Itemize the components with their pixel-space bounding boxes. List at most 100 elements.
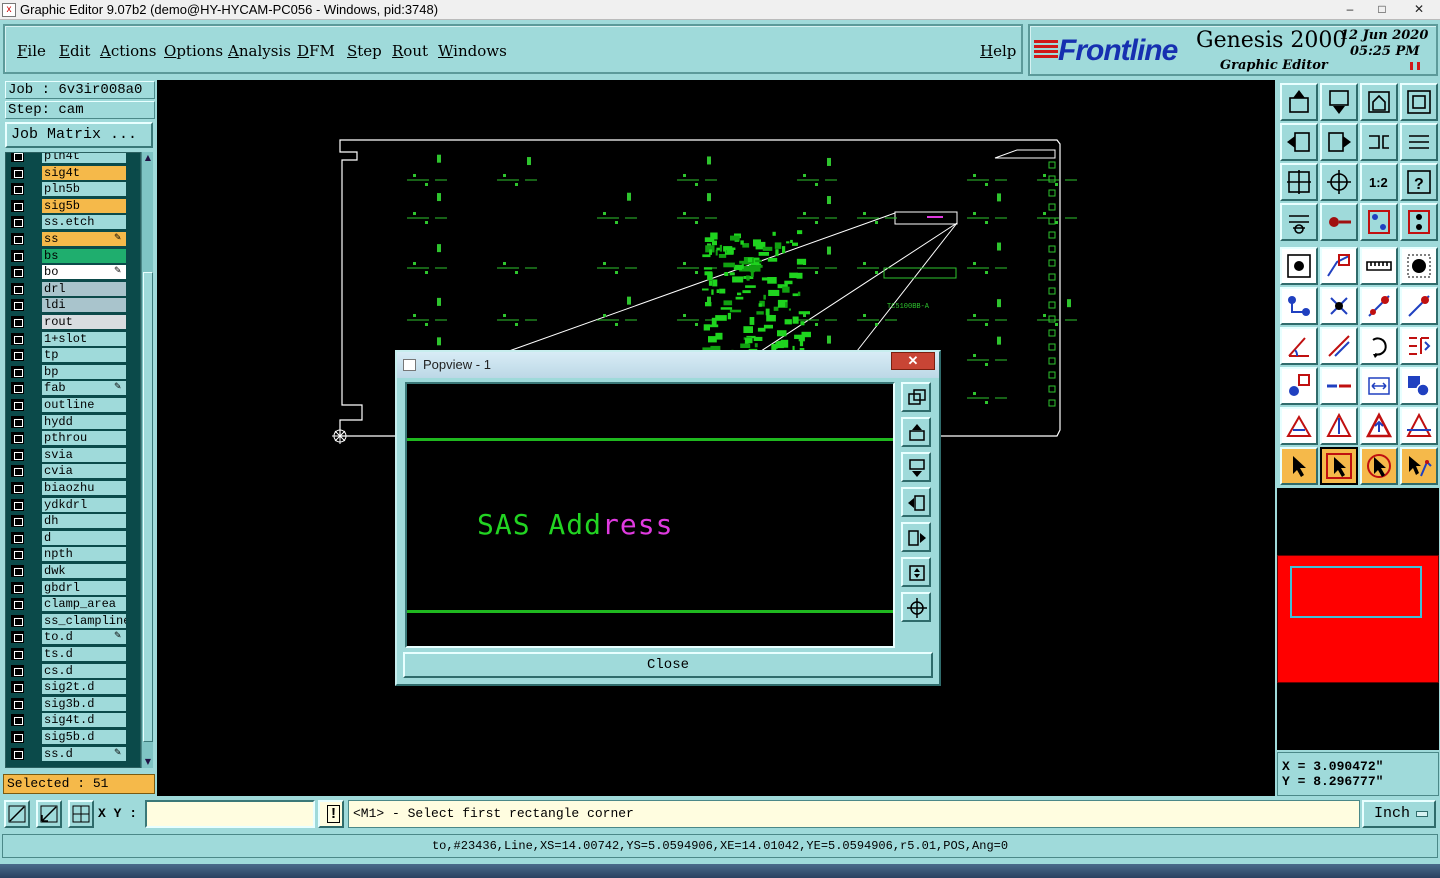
layer-name[interactable]: cs.d	[42, 663, 126, 678]
layer-name[interactable]: biaozhu	[42, 481, 126, 495]
layer-row-drl[interactable]: drl	[6, 281, 140, 296]
layer-row-sig4t[interactable]: sig4t	[6, 165, 140, 180]
scroll-down-arrow-icon[interactable]: ▼	[143, 757, 153, 767]
tool-left-button[interactable]	[1280, 123, 1318, 161]
tool-cursor3-button[interactable]	[1400, 447, 1438, 485]
tool-layers-button[interactable]	[1280, 203, 1318, 241]
layer-checkbox[interactable]	[11, 382, 24, 395]
layer-name[interactable]: cvia	[42, 464, 126, 479]
layer-checkbox[interactable]	[11, 548, 24, 561]
layer-row-npth[interactable]: npth	[6, 547, 140, 562]
layer-row-bp[interactable]: bp	[6, 364, 140, 379]
layer-row-sig2t-d[interactable]: sig2t.d	[6, 680, 140, 695]
layer-row-rout[interactable]: rout	[6, 315, 140, 329]
layer-checkbox[interactable]	[11, 432, 24, 445]
popview-pan-down-button[interactable]	[901, 452, 931, 482]
tool-tri-button[interactable]	[1280, 407, 1318, 445]
tool-slash-button[interactable]	[1320, 327, 1358, 365]
tool-down-button[interactable]	[1320, 83, 1358, 121]
tool-fit-button[interactable]	[1280, 163, 1318, 201]
layer-name[interactable]: gbdrl	[42, 580, 126, 595]
layer-row-to-d[interactable]: to.d ✎	[6, 630, 140, 645]
layer-name[interactable]: dh	[42, 514, 126, 529]
tool-netA-button[interactable]	[1360, 203, 1398, 241]
layer-row-bs[interactable]: bs	[6, 248, 140, 263]
popview-pan-left-button[interactable]	[901, 487, 931, 517]
tool-center-button[interactable]	[1320, 163, 1358, 201]
popview-pan-up-button[interactable]	[901, 417, 931, 447]
popview-screen[interactable]: SAS Address	[405, 382, 895, 648]
popview-zoom-fit-button[interactable]	[901, 592, 931, 622]
layer-row-cvia[interactable]: cvia	[6, 464, 140, 479]
tool-home-button[interactable]	[1360, 83, 1398, 121]
layer-name[interactable]: bs	[42, 248, 126, 263]
layer-row-fab[interactable]: fab ✎	[6, 381, 140, 396]
layer-name[interactable]: pln5b	[42, 182, 126, 197]
layer-checkbox[interactable]	[11, 349, 24, 362]
menu-options[interactable]: Options	[164, 42, 223, 60]
layer-checkbox[interactable]	[11, 498, 24, 511]
layer-row-1-slot[interactable]: 1+slot	[6, 331, 140, 346]
pause-icon[interactable]	[1410, 62, 1420, 70]
tool-split-button[interactable]	[1400, 327, 1438, 365]
layer-name[interactable]: drl	[42, 281, 126, 296]
job-matrix-button[interactable]: Job Matrix ...	[5, 122, 153, 148]
warning-button[interactable]: !	[318, 800, 344, 828]
popview-zoom-home-button[interactable]	[901, 557, 931, 587]
layer-name[interactable]: hydd	[42, 414, 126, 429]
layer-checkbox[interactable]	[11, 714, 24, 727]
layer-row-dh[interactable]: dh	[6, 514, 140, 529]
overview-panel[interactable]	[1277, 488, 1439, 750]
menu-dfm[interactable]: DFM	[297, 42, 335, 60]
tool-rotate-button[interactable]	[1360, 327, 1398, 365]
menu-windows[interactable]: Windows	[438, 42, 507, 60]
tool-dim-button[interactable]	[1360, 367, 1398, 405]
layer-row-pln4t[interactable]: pln4t	[6, 153, 140, 163]
layer-checkbox[interactable]	[11, 316, 24, 328]
tool-right-button[interactable]	[1320, 123, 1358, 161]
tool-cursorsel-button[interactable]	[1320, 447, 1358, 485]
overview-view-frame[interactable]	[1290, 566, 1422, 618]
layer-row-ss-d[interactable]: ss.d ✎	[6, 746, 140, 761]
layer-checkbox[interactable]	[11, 681, 24, 694]
layer-row-biaozhu[interactable]: biaozhu	[6, 481, 140, 495]
tool-cursor-button[interactable]	[1280, 447, 1318, 485]
tool-tri2-button[interactable]	[1320, 407, 1358, 445]
layer-name[interactable]: sig5b	[42, 198, 126, 213]
layer-row-svia[interactable]: svia	[6, 447, 140, 462]
tool-flip-button[interactable]	[1360, 123, 1398, 161]
tool-dot-button[interactable]	[1280, 247, 1318, 285]
layer-checkbox[interactable]	[11, 249, 24, 262]
layer-name[interactable]: ts.d	[42, 647, 126, 661]
tool-mix-button[interactable]	[1280, 367, 1318, 405]
layer-row-ldi[interactable]: ldi	[6, 298, 140, 313]
menu-rout[interactable]: Rout	[392, 42, 428, 60]
layer-checkbox[interactable]	[11, 731, 24, 743]
layer-row-sig5b-d[interactable]: sig5b.d	[6, 730, 140, 744]
layer-checkbox[interactable]	[11, 153, 24, 162]
layer-name[interactable]: ldi	[42, 298, 126, 313]
layer-name[interactable]: sig2t.d	[42, 680, 126, 695]
layer-name[interactable]: ss.etch	[42, 215, 126, 230]
layer-checkbox[interactable]	[11, 465, 24, 478]
grid-mode-button[interactable]	[68, 800, 94, 828]
layer-checkbox[interactable]	[11, 747, 24, 760]
layer-row-d[interactable]: d	[6, 530, 140, 545]
layer-checkbox[interactable]	[11, 648, 24, 660]
layer-checkbox[interactable]	[11, 614, 24, 627]
scroll-up-arrow-icon[interactable]: ▲	[143, 153, 153, 163]
layer-checkbox[interactable]	[11, 282, 24, 295]
tool-swap-button[interactable]	[1400, 123, 1438, 161]
tool-redline-button[interactable]	[1360, 287, 1398, 325]
layer-checkbox[interactable]	[11, 299, 24, 312]
layer-checkbox[interactable]	[11, 581, 24, 594]
layer-checkbox[interactable]	[11, 365, 24, 378]
layer-checkbox[interactable]	[11, 399, 24, 411]
layer-row-pthrou[interactable]: pthrou	[6, 431, 140, 446]
layer-name[interactable]: sig3b.d	[42, 696, 126, 711]
layer-name[interactable]: clamp_area	[42, 597, 126, 612]
layer-row-dwk[interactable]: dwk	[6, 564, 140, 578]
layer-name[interactable]: tp	[42, 348, 126, 363]
layer-row-ss[interactable]: ss ✎	[6, 232, 140, 246]
layer-name[interactable]: sig4t.d	[42, 713, 126, 728]
